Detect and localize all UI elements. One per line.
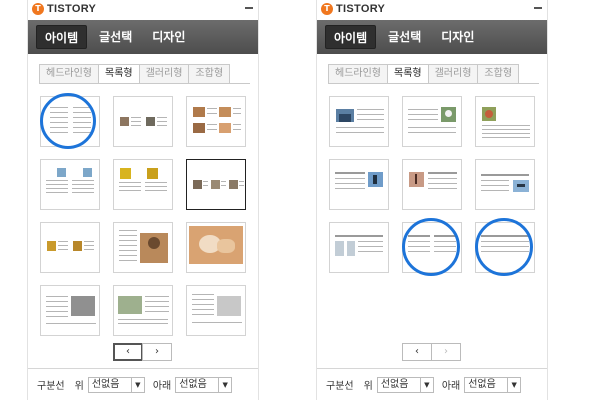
tab-list[interactable]: 목록형 — [98, 64, 140, 84]
logo-text: TISTORY — [336, 3, 386, 15]
main-nav: 아이템 글선택 디자인 — [317, 20, 547, 54]
bottom-label: 아래 — [441, 381, 461, 392]
layout-thumb-12[interactable] — [186, 285, 246, 336]
bottom-divider-select[interactable]: 선없음 ▼ — [175, 376, 233, 393]
layout-thumb-5[interactable] — [113, 159, 173, 210]
tab-combo[interactable]: 조합형 — [477, 64, 520, 84]
nav-tab-design[interactable]: 디자인 — [144, 25, 193, 49]
layout-thumb-19[interactable] — [329, 222, 389, 273]
logo-text: TISTORY — [47, 3, 97, 15]
layout-thumb-15[interactable] — [475, 96, 535, 147]
divider-label: 구분선 — [37, 381, 65, 392]
main-nav: 아이템 글선택 디자인 — [28, 20, 258, 54]
tab-gallery[interactable]: 갤러리형 — [427, 64, 479, 84]
layout-thumb-21[interactable] — [475, 218, 535, 276]
top-label: 위 — [363, 381, 373, 392]
highlight-circle — [40, 93, 96, 149]
top-label: 위 — [74, 381, 84, 392]
top-divider-value: 선없음 — [91, 378, 120, 390]
layout-thumb-8[interactable] — [113, 222, 173, 273]
top-divider-select[interactable]: 선없음 ▼ — [87, 376, 145, 393]
layout-thumb-2[interactable] — [113, 96, 173, 147]
stage: T TISTORY 아이템 글선택 디자인 헤드라인형 목록형 갤러리형 조합형 — [0, 0, 600, 400]
tab-combo[interactable]: 조합형 — [188, 64, 231, 84]
layout-thumb-14[interactable] — [402, 96, 462, 147]
tistory-logo-icon: T — [321, 3, 333, 15]
tistory-logo: T TISTORY — [32, 3, 96, 15]
nav-tab-design[interactable]: 디자인 — [433, 25, 482, 49]
layout-thumb-6[interactable] — [186, 159, 246, 210]
layout-thumb-20[interactable] — [402, 218, 462, 276]
divider-label: 구분선 — [326, 381, 354, 392]
empty-slot — [402, 285, 462, 336]
top-divider-value: 선없음 — [380, 378, 409, 390]
title-bar: T TISTORY — [28, 0, 258, 18]
layout-grid — [329, 96, 537, 336]
layout-thumb-4[interactable] — [40, 159, 100, 210]
layout-thumb-18[interactable] — [475, 159, 535, 210]
nav-tab-post-select[interactable]: 글선택 — [91, 25, 140, 49]
nav-tab-item[interactable]: 아이템 — [36, 25, 88, 49]
layout-thumb-3[interactable] — [186, 96, 246, 147]
minimize-icon[interactable] — [533, 2, 543, 12]
dropdown-arrow-icon[interactable]: ▼ — [130, 377, 144, 392]
tab-divider — [328, 83, 539, 84]
nav-tab-item[interactable]: 아이템 — [325, 25, 377, 49]
layout-grid — [40, 93, 248, 336]
bottom-divider-value: 선없음 — [468, 378, 496, 390]
chevron-left-icon[interactable]: ‹ — [402, 343, 432, 361]
divider-settings: 구분선 위 선없음 ▼ 아래 선없음 ▼ — [28, 368, 258, 400]
chevron-right-icon[interactable]: › — [142, 343, 172, 361]
layout-thumb-13[interactable] — [329, 96, 389, 147]
bottom-divider-value: 선없음 — [179, 378, 207, 390]
layout-thumb-1[interactable] — [40, 93, 100, 149]
layout-thumb-17[interactable] — [402, 159, 462, 210]
chevron-right-icon[interactable]: › — [431, 343, 461, 361]
layout-tabs: 헤드라인형 목록형 갤러리형 조합형 — [39, 64, 231, 84]
pager: ‹ › — [113, 343, 172, 361]
bottom-label: 아래 — [152, 381, 172, 392]
layout-tabs: 헤드라인형 목록형 갤러리형 조합형 — [328, 64, 520, 84]
dropdown-arrow-icon[interactable]: ▼ — [218, 377, 231, 392]
tab-divider — [39, 83, 250, 84]
tab-list[interactable]: 목록형 — [387, 64, 429, 84]
nav-tab-post-select[interactable]: 글선택 — [380, 25, 429, 49]
tab-headline[interactable]: 헤드라인형 — [328, 64, 388, 84]
empty-slot — [475, 285, 535, 336]
empty-slot — [329, 285, 389, 336]
tistory-logo-icon: T — [32, 3, 44, 15]
divider-settings: 구분선 위 선없음 ▼ 아래 선없음 ▼ — [317, 368, 547, 400]
tab-gallery[interactable]: 갤러리형 — [138, 64, 190, 84]
layout-thumb-7[interactable] — [40, 222, 100, 273]
layout-thumb-16[interactable] — [329, 159, 389, 210]
dropdown-arrow-icon[interactable]: ▼ — [419, 377, 433, 392]
widget-panel-left: T TISTORY 아이템 글선택 디자인 헤드라인형 목록형 갤러리형 조합형 — [27, 0, 259, 400]
title-bar: T TISTORY — [317, 0, 547, 18]
tistory-logo: T TISTORY — [321, 3, 385, 15]
highlight-circle — [475, 218, 533, 276]
highlight-circle — [402, 218, 460, 276]
chevron-left-icon[interactable]: ‹ — [113, 343, 143, 361]
bottom-divider-select[interactable]: 선없음 ▼ — [464, 376, 522, 393]
widget-panel-right: T TISTORY 아이템 글선택 디자인 헤드라인형 목록형 갤러리형 조합형 — [316, 0, 548, 400]
tab-headline[interactable]: 헤드라인형 — [39, 64, 99, 84]
minimize-icon[interactable] — [244, 2, 254, 12]
layout-thumb-10[interactable] — [40, 285, 100, 336]
dropdown-arrow-icon[interactable]: ▼ — [507, 377, 520, 392]
top-divider-select[interactable]: 선없음 ▼ — [376, 376, 434, 393]
pager: ‹ › — [402, 343, 461, 361]
layout-thumb-11[interactable] — [113, 285, 173, 336]
layout-thumb-9[interactable] — [186, 222, 246, 273]
